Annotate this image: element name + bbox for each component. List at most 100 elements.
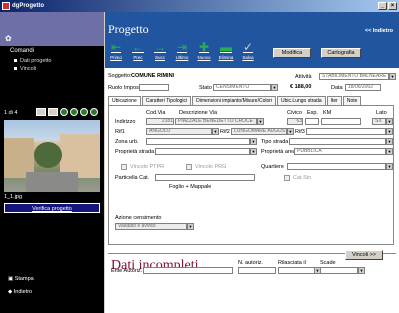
tipo-strada-dropdown-icon[interactable]: ▼ [386, 138, 393, 145]
km-field[interactable] [321, 118, 361, 125]
close-button[interactable]: × [388, 2, 397, 10]
scade-dropdown-icon[interactable]: ▼ [358, 267, 365, 274]
enti-field[interactable] [143, 267, 233, 274]
rif2-dropdown-icon[interactable]: ▼ [287, 128, 294, 135]
attivita-field[interactable]: STABILIMENTO BALNEARE [319, 73, 389, 80]
image-last-icon[interactable] [90, 108, 98, 116]
window-title: dgProgetto [12, 3, 44, 9]
rif2-field[interactable]: LUNGOMARE AUGUSTO [231, 128, 287, 135]
zona-dropdown-icon[interactable]: ▼ [250, 138, 257, 145]
next-arrow-icon: → [154, 40, 166, 54]
ruolo-field[interactable] [139, 84, 169, 91]
image-prev-icon[interactable] [70, 108, 78, 116]
attivita-dropdown-icon[interactable]: ▼ [389, 73, 396, 80]
rif3-dropdown-icon[interactable]: ▼ [386, 128, 393, 135]
sidebar-banner: ✿ [0, 12, 104, 46]
delete-record-button[interactable]: ▬ Elimina [217, 40, 235, 64]
first-record-button[interactable]: ⇤ Primo [107, 40, 125, 64]
back-arrow-icon: ◆ [8, 289, 13, 295]
bullet-icon [14, 67, 17, 71]
new-record-button[interactable]: ✚ Nuovo [195, 40, 213, 64]
soggetto-label: Soggetto: [108, 73, 132, 79]
tipo-strada-field[interactable] [289, 138, 386, 145]
minimize-button[interactable]: _ [378, 2, 387, 10]
codvia-header: Cod.Via [146, 110, 166, 116]
n-autoriz-label: N. autoriz. [238, 260, 264, 266]
esp-header: Esp. [307, 110, 319, 116]
azione-label: Azione censimento [115, 215, 162, 221]
azione-field[interactable]: Valutato e avviso [115, 223, 187, 230]
lato-header: Lato [376, 110, 387, 116]
data-field[interactable]: 18/06/2002 [345, 84, 381, 91]
vincolo-ptpr-checkbox[interactable] [121, 164, 127, 170]
via-dropdown-icon[interactable]: ▼ [257, 118, 264, 125]
site-photo [4, 120, 100, 192]
civico-header: Civico [287, 110, 302, 116]
tab-dimensioni[interactable]: Dimensioni impianto/Misure/Colori [192, 96, 277, 105]
sidebar-item-vincoli[interactable]: Vincoli [14, 66, 36, 72]
tab-note[interactable]: Note [342, 96, 362, 105]
particella-field[interactable] [155, 174, 255, 181]
next-record-button[interactable]: → Succ [151, 40, 169, 64]
indirizzo-label: Indirizzo [115, 119, 136, 125]
header-back-link[interactable]: << Indietro [365, 28, 393, 34]
quartiere-field[interactable] [287, 163, 386, 170]
stato-dropdown-icon[interactable]: ▼ [271, 84, 278, 91]
rif3-field[interactable] [306, 128, 386, 135]
image-first-icon[interactable] [60, 108, 68, 116]
tab-caratteri-tipologici[interactable]: Caratteri Tipologici [141, 96, 192, 105]
cat-sin-checkbox[interactable] [284, 175, 290, 181]
rilasciata-field[interactable] [278, 267, 316, 274]
rif3-label: Rif3 [295, 129, 305, 135]
image-filename: 1_1.jpg [4, 194, 23, 200]
image-remove-button[interactable] [48, 108, 58, 116]
amount-value: € 188,00 [290, 84, 312, 90]
cartografia-button[interactable]: Cartografia [321, 48, 361, 58]
verify-project-button[interactable]: Verifica progetto [4, 203, 100, 213]
tab-ubic-lungo-strada[interactable]: Ubic.Lungo strada [277, 96, 326, 105]
scade-field[interactable] [320, 267, 358, 274]
particella-label: Particella Cat. [115, 175, 150, 181]
civico-field[interactable]: 63 [287, 118, 303, 125]
prop-area-dropdown-icon[interactable]: ▼ [386, 148, 393, 155]
stato-field[interactable]: CENSIMENTO [213, 84, 271, 91]
tab-bar: Ubicazione Caratteri Tipologici Dimensio… [108, 96, 362, 105]
vincoli-button[interactable]: Vincoli >> [345, 250, 383, 260]
prop-area-label: Proprietà area [261, 149, 296, 155]
prop-area-field[interactable]: PUBBLICA [294, 148, 386, 155]
zona-field[interactable] [146, 138, 250, 145]
tab-iter[interactable]: Iter [326, 96, 342, 105]
image-next-icon[interactable] [80, 108, 88, 116]
prop-strada-label: Proprietà strada [115, 149, 155, 155]
quartiere-dropdown-icon[interactable]: ▼ [386, 163, 393, 170]
via-field[interactable]: PIAZZALE BENEDETTO CROCE [175, 118, 257, 125]
print-link[interactable]: ▣ Stampa [8, 276, 34, 282]
app-logo-icon: ✿ [5, 34, 12, 43]
save-record-button[interactable]: ✓ Salva [239, 40, 257, 64]
tab-ubicazione[interactable]: Ubicazione [108, 96, 141, 105]
lato-field[interactable]: SX [372, 118, 386, 125]
vincolo-prg-checkbox[interactable] [186, 164, 192, 170]
zona-label: Zona urb. [115, 139, 139, 145]
n-autoriz-field[interactable] [238, 267, 276, 274]
azione-dropdown-icon[interactable]: ▼ [187, 223, 194, 230]
back-link[interactable]: ◆ Indietro [8, 289, 32, 295]
lato-dropdown-icon[interactable]: ▼ [386, 118, 393, 125]
main-panel: Progetto << Indietro ⇤ Primo ← Prec → Succ … [105, 12, 399, 313]
last-record-button[interactable]: ⇥ Ultimo [173, 40, 191, 64]
sidebar-item-dati-progetto[interactable]: Dati progetto [14, 58, 52, 64]
window-controls: _ × [378, 2, 397, 10]
prev-record-button[interactable]: ← Prec [129, 40, 147, 64]
prop-strada-dropdown-icon[interactable]: ▼ [250, 148, 257, 155]
data-label: Data [331, 85, 343, 91]
prop-strada-field[interactable] [155, 148, 250, 155]
tipo-strada-label: Tipo strada [261, 139, 289, 145]
minus-icon: ▬ [220, 40, 232, 54]
plus-icon: ✚ [198, 40, 210, 54]
rif1-field[interactable]: ANGOLO [146, 128, 212, 135]
image-add-button[interactable] [36, 108, 46, 116]
codvia-field[interactable]: 2181 [146, 118, 174, 125]
modifica-button[interactable]: Modifica [273, 48, 311, 58]
esp-field[interactable] [305, 118, 319, 125]
rif1-dropdown-icon[interactable]: ▼ [212, 128, 219, 135]
